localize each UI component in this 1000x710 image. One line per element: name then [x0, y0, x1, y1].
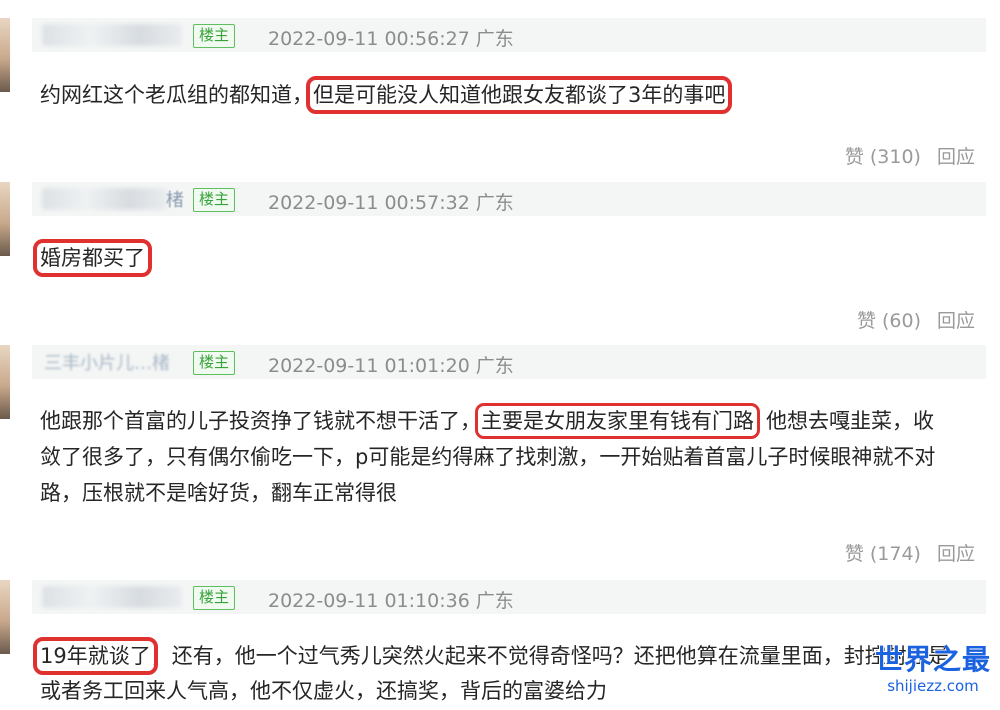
comment-meta: 2022-09-11 01:10:36 广东: [268, 586, 514, 613]
watermark-url: shijiezz.com: [887, 677, 979, 695]
op-badge: 楼主: [193, 586, 236, 610]
comment-text: 19年就谈了，还有，他一个过气秀儿突然火起来不觉得奇怪吗？还把他算在流量里面，封…: [33, 637, 985, 675]
highlighted-text: 19年就谈了: [33, 637, 158, 675]
comment-text-segment: ，还有，他一个过气秀儿突然火起来不觉得奇怪吗？还把他算在流量里面，封控封控是: [150, 644, 949, 668]
location: 广东: [475, 590, 514, 612]
site-watermark: 世界之最 shijiezz.com: [870, 645, 996, 701]
watermark-logo-text: 世界之最: [874, 643, 991, 676]
username[interactable]: [42, 586, 182, 608]
comment-4: 楼主 2022-09-11 01:10:36 广东 19年就谈了，还有，他一个过气…: [0, 0, 1000, 703]
avatar[interactable]: [0, 580, 10, 654]
timestamp: 2022-09-11 01:10:36: [268, 590, 470, 612]
comment-text-line: 或者务工回来人气高，他不仅虚火，还搞奖，背后的富婆给力: [40, 679, 607, 703]
